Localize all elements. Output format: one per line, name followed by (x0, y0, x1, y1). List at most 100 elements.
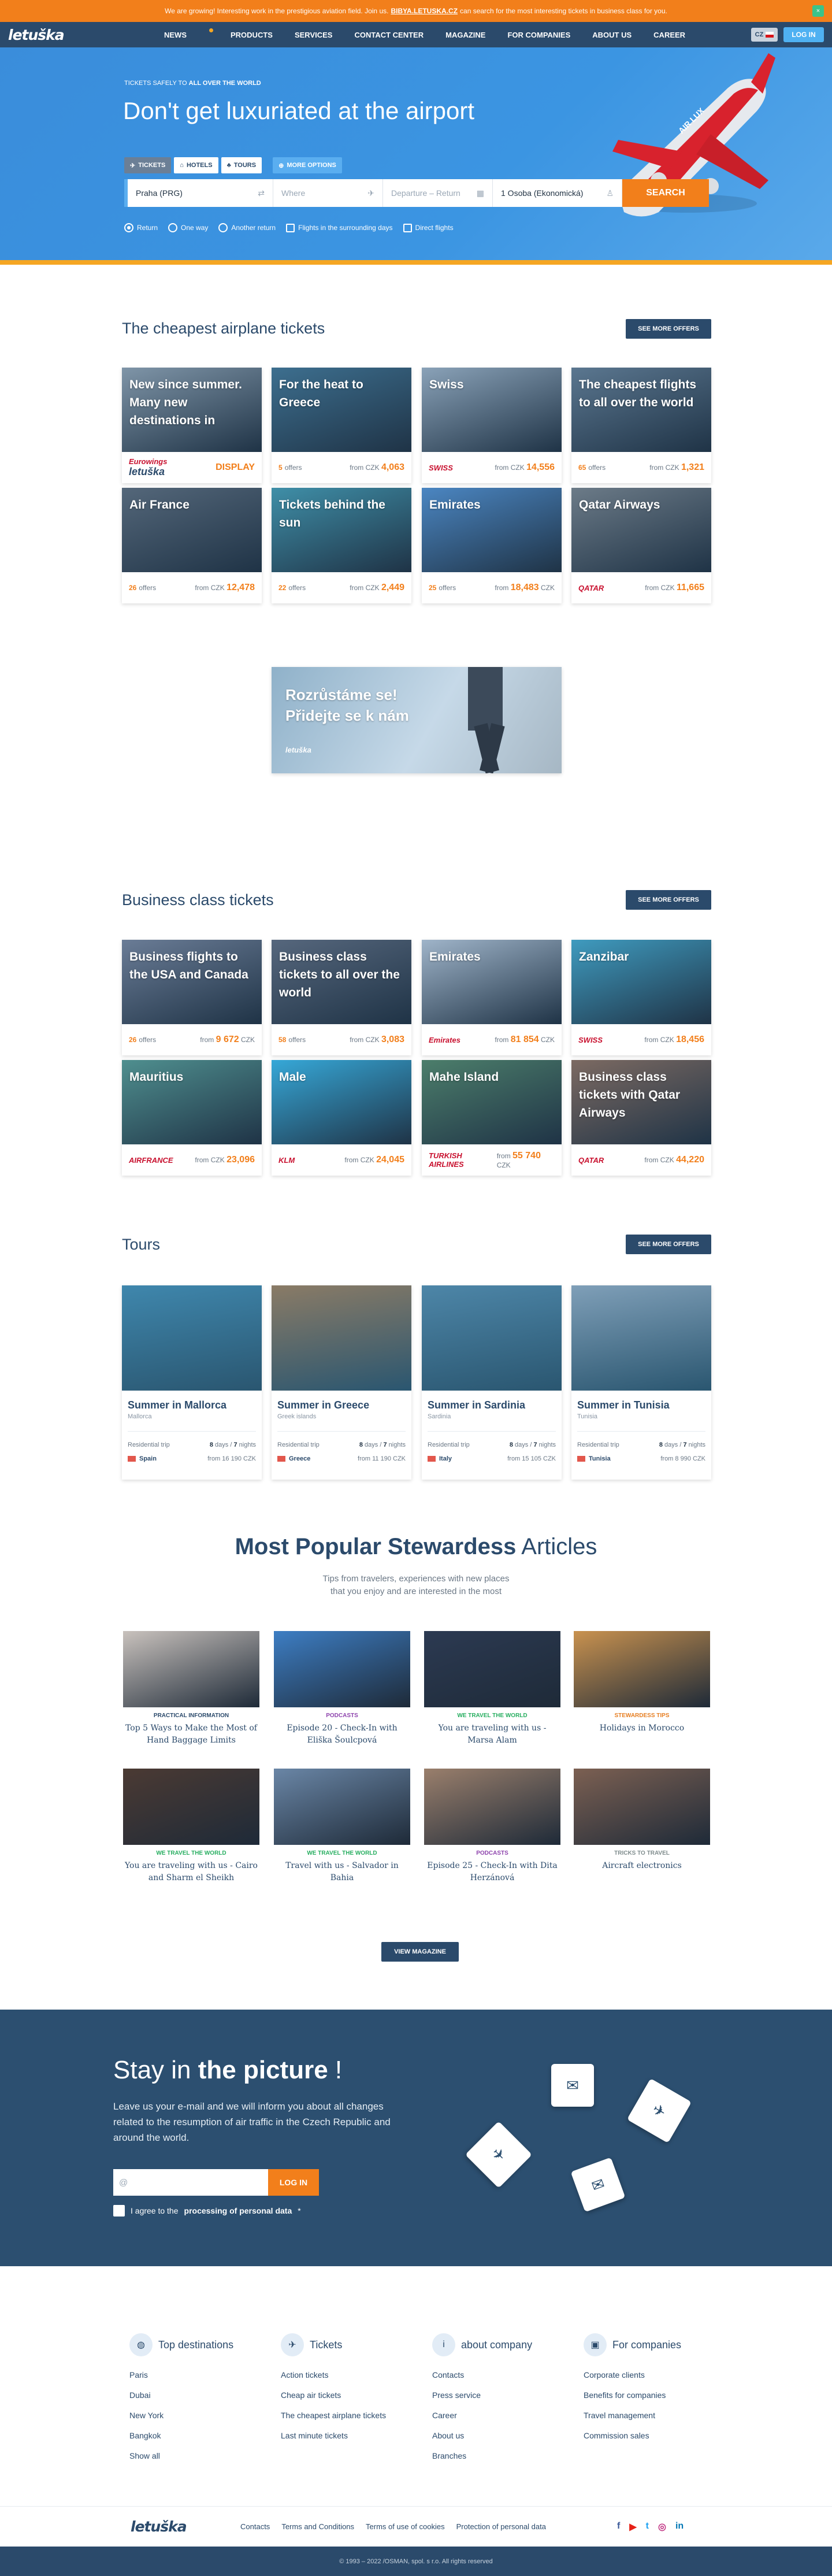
footer-link[interactable]: Press service (432, 2390, 577, 2400)
display-label[interactable]: DISPLAY (216, 462, 255, 472)
language-switcher[interactable]: CZ (751, 28, 778, 42)
article-category[interactable]: PODCASTS (274, 1713, 410, 1719)
announcement-link[interactable]: BIBYA.LETUSKA.CZ (391, 7, 458, 15)
article-title[interactable]: Episode 20 - Check-In with Eliška Šoulcp… (274, 1722, 410, 1747)
article-category[interactable]: STEWARDESS TIPS (574, 1713, 710, 1719)
consent-link[interactable]: processing of personal data (184, 2206, 292, 2215)
business-see-more-button[interactable]: SEE MORE OFFERS (626, 890, 711, 910)
more-options-button[interactable]: ⊕ MORE OPTIONS (273, 157, 342, 173)
article-category[interactable]: PODCASTS (424, 1850, 560, 1856)
article-card[interactable]: PODCASTS Episode 25 - Check-In with Dita … (424, 1769, 560, 1884)
tab-tickets[interactable]: ✈ TICKETS (124, 157, 172, 173)
article-card[interactable]: TRICKS TO TRAVEL Aircraft electronics (574, 1769, 710, 1872)
option-return[interactable]: Return (124, 223, 158, 232)
tour-card[interactable]: Summer in Greece Greek islands Residential… (272, 1285, 411, 1480)
destination-input[interactable]: Where ✈ (273, 179, 383, 207)
article-title[interactable]: Top 5 Ways to Make the Most of Hand Bagg… (123, 1722, 259, 1747)
footer-link[interactable]: Bangkok (129, 2431, 274, 2440)
footer-logo[interactable]: letuška (131, 2518, 187, 2535)
footer-link[interactable]: Show all (129, 2451, 274, 2460)
footer-link[interactable]: About us (432, 2431, 577, 2440)
article-card[interactable]: PODCASTS Episode 20 - Check-In with Elišk… (274, 1631, 410, 1747)
cheapest-card[interactable]: Swiss SWISS from CZK 14,556 (422, 368, 562, 483)
youtube-icon[interactable]: ▶ (629, 2521, 636, 2533)
option-another-return[interactable]: Another return (218, 223, 276, 232)
tour-card[interactable]: Summer in Sardinia Sardinia Residential tr… (422, 1285, 562, 1480)
article-title[interactable]: Aircraft electronics (574, 1860, 710, 1872)
option-one-way[interactable]: One way (168, 223, 208, 232)
tab-tours[interactable]: ♣ TOURS (221, 157, 262, 173)
twitter-icon[interactable]: t (646, 2521, 649, 2533)
subscribe-button[interactable]: LOG IN (268, 2169, 319, 2196)
dates-input[interactable]: Departure – Return ▦ (383, 179, 493, 207)
tours-see-more-button[interactable]: SEE MORE OFFERS (626, 1235, 711, 1254)
nav-item-about-us[interactable]: About us (592, 31, 632, 39)
cheapest-card[interactable]: Air France 26 offers from CZK 12,478 (122, 488, 262, 603)
article-title[interactable]: Travel with us - Salvador in Bahia (274, 1860, 410, 1884)
footer-link[interactable]: Career (432, 2411, 577, 2420)
footer-link[interactable]: Commission sales (584, 2431, 728, 2440)
nav-item-for-companies[interactable]: For companies (507, 31, 570, 39)
footer-link[interactable]: The cheapest airplane tickets (281, 2411, 425, 2420)
cheapest-card[interactable]: The cheapest flights to all over the wor… (571, 368, 711, 483)
consent-checkbox[interactable]: I agree to the processing of personal dat… (113, 2205, 301, 2217)
business-card[interactable]: Business class tickets to all over the w… (272, 940, 411, 1055)
option-direct-flights[interactable]: Direct flights (403, 223, 454, 232)
business-card[interactable]: Zanzibar SWISS from CZK 18,456 (571, 940, 711, 1055)
article-category[interactable]: WE TRAVEL THE WORLD (424, 1713, 560, 1719)
checkbox-icon[interactable] (113, 2205, 125, 2217)
footer-link[interactable]: Dubai (129, 2390, 274, 2400)
business-card[interactable]: Business class tickets with Qatar Airway… (571, 1060, 711, 1176)
nav-item-news[interactable]: News (164, 28, 213, 39)
footer-link[interactable]: Travel management (584, 2411, 728, 2420)
nav-item-products[interactable]: Products (231, 31, 273, 39)
footer-link[interactable]: New York (129, 2411, 274, 2420)
business-card[interactable]: Business flights to the USA and Canada 26… (122, 940, 262, 1055)
nav-item-services[interactable]: Services (295, 31, 333, 39)
article-card[interactable]: WE TRAVEL THE WORLD You are traveling wit… (424, 1631, 560, 1747)
close-icon[interactable]: × (812, 5, 824, 17)
login-button[interactable]: LOG IN (783, 27, 824, 42)
cheapest-card[interactable]: Tickets behind the sun 22 offers from CZK 2… (272, 488, 411, 603)
article-title[interactable]: Episode 25 - Check-In with Dita Herzánov… (424, 1860, 560, 1884)
article-category[interactable]: WE TRAVEL THE WORLD (274, 1850, 410, 1856)
article-title[interactable]: Holidays in Morocco (574, 1722, 710, 1734)
footer-bottom-link[interactable]: Terms of use of cookies (366, 2522, 445, 2531)
cheapest-card[interactable]: Qatar Airways QATAR from CZK 11,665 (571, 488, 711, 603)
business-card[interactable]: Mahe Island TURKISH AIRLINES from 55 740 C… (422, 1060, 562, 1176)
article-category[interactable]: WE TRAVEL THE WORLD (123, 1850, 259, 1856)
linkedin-icon[interactable]: in (675, 2521, 684, 2533)
footer-link[interactable]: Action tickets (281, 2370, 425, 2379)
tour-card[interactable]: Summer in Tunisia Tunisia Residential trip… (571, 1285, 711, 1480)
article-card[interactable]: STEWARDESS TIPS Holidays in Morocco (574, 1631, 710, 1734)
origin-input[interactable]: Praha (PRG) ⇄ (124, 179, 273, 207)
careers-banner[interactable]: Rozrůstáme se! Přidejte se k nám letuška (272, 667, 562, 773)
cheapest-see-more-button[interactable]: SEE MORE OFFERS (626, 319, 711, 339)
article-card[interactable]: WE TRAVEL THE WORLD Travel with us - Salv… (274, 1769, 410, 1884)
tab-hotels[interactable]: ⌂ HOTELS (174, 157, 218, 173)
cheapest-card[interactable]: Emirates 25 offers from 18,483 CZK (422, 488, 562, 603)
business-card[interactable]: Male KLM from CZK 24,045 (272, 1060, 411, 1176)
footer-link[interactable]: Paris (129, 2370, 274, 2379)
business-card[interactable]: Emirates Emirates from 81 854 CZK (422, 940, 562, 1055)
cheapest-card[interactable]: For the heat to Greece 5 offers from CZK 4,… (272, 368, 411, 483)
article-category[interactable]: PRACTICAL INFORMATION (123, 1713, 259, 1719)
footer-link[interactable]: Last minute tickets (281, 2431, 425, 2440)
article-category[interactable]: TRICKS TO TRAVEL (574, 1850, 710, 1856)
business-card[interactable]: Mauritius AIRFRANCE from CZK 23,096 (122, 1060, 262, 1176)
footer-link[interactable]: Branches (432, 2451, 577, 2460)
footer-bottom-link[interactable]: Terms and Conditions (281, 2522, 354, 2531)
footer-bottom-link[interactable]: Protection of personal data (456, 2522, 546, 2531)
footer-link[interactable]: Benefits for companies (584, 2390, 728, 2400)
footer-link[interactable]: Corporate clients (584, 2370, 728, 2379)
site-logo[interactable]: letuška (8, 27, 164, 43)
instagram-icon[interactable]: ◎ (658, 2521, 666, 2533)
option-surrounding-days[interactable]: Flights in the surrounding days (286, 223, 393, 232)
article-card[interactable]: PRACTICAL INFORMATION Top 5 Ways to Make … (123, 1631, 259, 1747)
nav-item-career[interactable]: Career (653, 31, 685, 39)
article-title[interactable]: You are traveling with us - Marsa Alam (424, 1722, 560, 1747)
swap-icon[interactable]: ⇄ (258, 188, 265, 198)
article-card[interactable]: WE TRAVEL THE WORLD You are traveling wit… (123, 1769, 259, 1884)
view-magazine-button[interactable]: VIEW MAGAZINE (381, 1942, 459, 1962)
search-button[interactable]: SEARCH (622, 179, 709, 207)
